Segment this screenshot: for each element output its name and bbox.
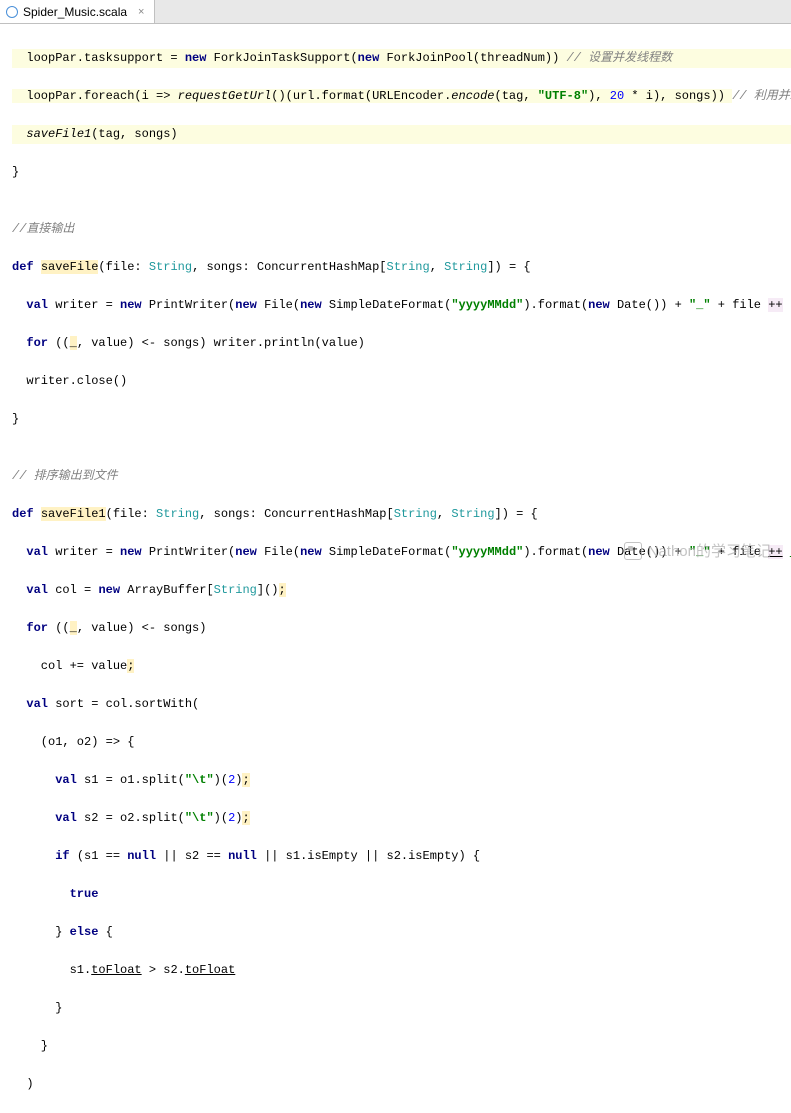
- watermark-text: Nathon的学习笔记: [648, 540, 771, 561]
- tab-bar: Spider_Music.scala ×: [0, 0, 791, 24]
- close-icon[interactable]: ×: [138, 6, 144, 18]
- wechat-icon: [624, 542, 642, 560]
- tab-filename: Spider_Music.scala: [23, 5, 127, 19]
- file-tab[interactable]: Spider_Music.scala ×: [0, 0, 155, 23]
- scala-file-icon: [6, 6, 18, 18]
- watermark: Nathon的学习笔记: [624, 540, 771, 561]
- code-editor[interactable]: loopPar.tasksupport = new ForkJoinTaskSu…: [0, 24, 791, 1113]
